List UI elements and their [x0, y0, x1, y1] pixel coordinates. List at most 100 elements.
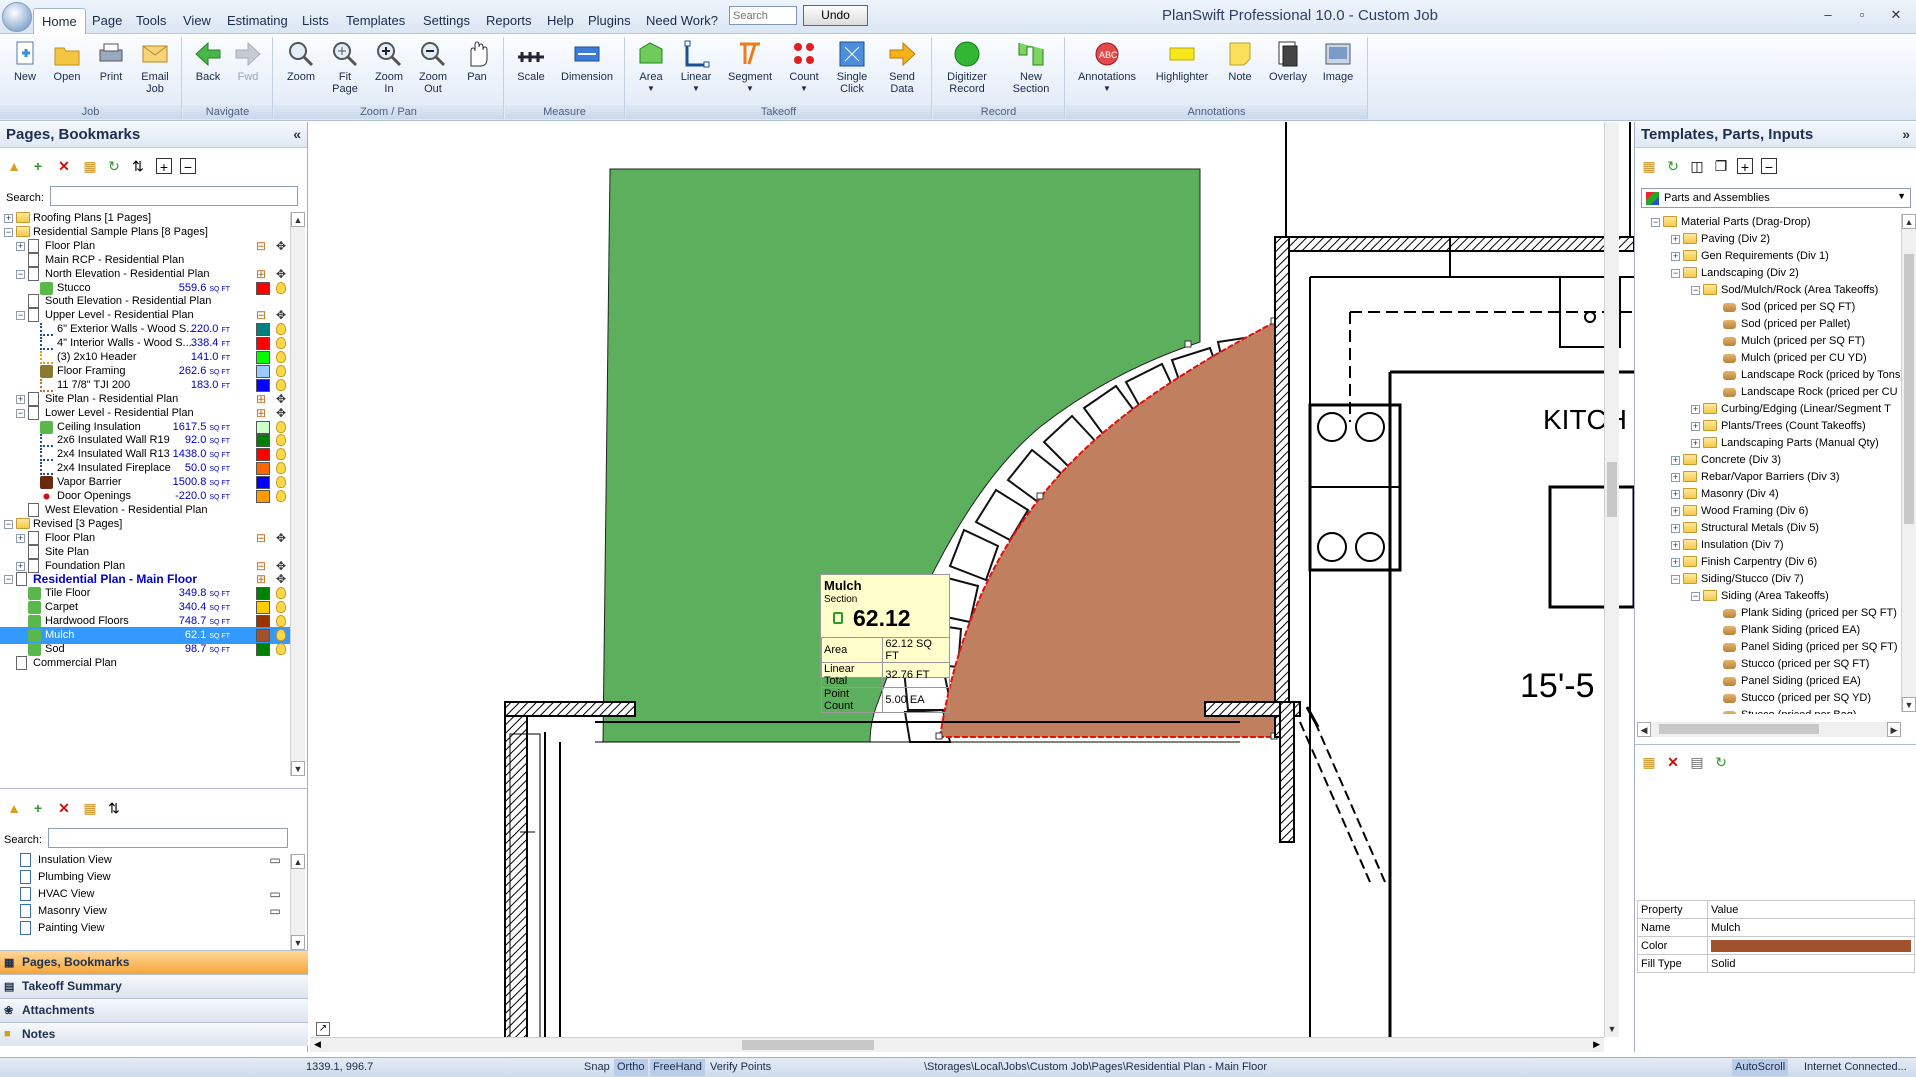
menu-templates[interactable]: Templates [346, 13, 405, 28]
nav-pages-bookmarks[interactable]: ▦ Pages, Bookmarks [0, 950, 308, 974]
annotations-button[interactable]: ABC Annotations ▼ [1074, 39, 1140, 95]
property-row-color[interactable]: Color [1637, 936, 1915, 955]
autoscroll-toggle[interactable]: AutoScroll [1732, 1059, 1789, 1076]
open-button[interactable]: Open [50, 39, 84, 83]
part-folder-row[interactable]: + Landscaping Parts (Manual Qty) [1637, 435, 1901, 452]
send-data-button[interactable]: Send Data [882, 39, 922, 95]
email-job-button[interactable]: Email Job [136, 39, 174, 95]
zoom-in-button[interactable]: Zoom In [372, 39, 406, 95]
lightbulb-icon[interactable] [276, 434, 286, 447]
lightbulb-icon[interactable] [276, 629, 286, 641]
lightbulb-icon[interactable] [276, 476, 286, 489]
views-sort-icon[interactable]: ⇅ [106, 800, 122, 816]
parts-vscroll-thumb[interactable] [1904, 254, 1914, 524]
corner-arrow-icon[interactable]: ↗ [316, 1022, 330, 1036]
count-dropdown-icon[interactable]: ▼ [784, 83, 824, 95]
linear-button[interactable]: Linear ▼ [678, 39, 714, 95]
single-click-button[interactable]: Single Click [830, 39, 874, 95]
collapse-node-icon[interactable]: − [16, 408, 25, 418]
freehand-toggle[interactable]: FreeHand [650, 1059, 705, 1076]
menu-page[interactable]: Page [92, 13, 122, 28]
inputs-refresh-icon[interactable]: ↻ [1713, 754, 1729, 770]
part-item-row[interactable]: Plank Siding (priced per SQ FT) [1637, 605, 1901, 622]
tree-page-row[interactable]: Commercial Plan [0, 655, 290, 672]
lightbulb-icon[interactable] [276, 462, 286, 475]
part-folder-row[interactable]: + Insulation (Div 7) [1637, 537, 1901, 554]
collapse-node-icon[interactable]: − [1671, 575, 1680, 584]
expand-node-icon[interactable]: + [1671, 541, 1680, 550]
part-folder-row[interactable]: + Masonry (Div 4) [1637, 486, 1901, 503]
fit-page-button[interactable]: Fit Page [328, 39, 362, 95]
view-options-icon[interactable]: ▭ [268, 904, 282, 918]
part-item-row[interactable]: Mulch (priced per CU YD) [1637, 350, 1901, 367]
part-item-row[interactable]: Plank Siding (priced EA) [1637, 622, 1901, 639]
part-folder-row[interactable]: − Material Parts (Drag-Drop) [1637, 214, 1901, 231]
expand-node-icon[interactable]: + [1671, 473, 1680, 482]
count-button[interactable]: Count ▼ [784, 39, 824, 95]
move-icon[interactable]: ✥ [274, 392, 288, 406]
templates-copy-icon[interactable]: ❐ [1713, 158, 1729, 174]
expand-node-icon[interactable]: + [16, 394, 25, 404]
expand-node-icon[interactable]: + [1671, 252, 1680, 261]
lightbulb-icon[interactable] [276, 642, 286, 655]
parts-scroll-left-icon[interactable]: ◀ [1637, 722, 1651, 737]
part-item-row[interactable]: Mulch (priced per SQ FT) [1637, 333, 1901, 350]
drawing-canvas[interactable]: KITCH 15'-5 '' Mulch Section 62.12 Area 6… [310, 122, 1634, 1052]
note-button[interactable]: Note [1222, 39, 1258, 83]
print-button[interactable]: Print [94, 39, 128, 83]
lightbulb-icon[interactable] [276, 587, 286, 600]
part-item-row[interactable]: Panel Siding (priced EA) [1637, 673, 1901, 690]
menu-settings[interactable]: Settings [423, 13, 470, 28]
property-row-name[interactable]: Name Mulch [1637, 918, 1915, 937]
templates-expand-icon[interactable]: + [1737, 158, 1753, 175]
part-folder-row[interactable]: − Landscaping (Div 2) [1637, 265, 1901, 282]
canvas-hscroll-thumb[interactable] [742, 1040, 874, 1050]
lightbulb-icon[interactable] [276, 364, 286, 377]
templates-folder-icon[interactable]: ▦ [1641, 158, 1657, 174]
new-section-button[interactable]: New Section [1001, 39, 1061, 95]
parts-scroll-right-icon[interactable]: ▶ [1887, 722, 1901, 737]
move-icon[interactable]: ✥ [274, 559, 288, 573]
expand-node-icon[interactable]: + [1671, 558, 1680, 567]
properties-icon[interactable]: ▲ [6, 158, 22, 174]
views-scroll-down-icon[interactable]: ▼ [291, 935, 305, 950]
lightbulb-icon[interactable] [276, 351, 286, 363]
inputs-folder-icon[interactable]: ▦ [1641, 754, 1657, 770]
collapse-node-icon[interactable]: − [1691, 286, 1700, 295]
menu-estimating[interactable]: Estimating [227, 13, 288, 28]
collapse-node-icon[interactable]: − [1651, 218, 1660, 227]
color-swatch[interactable] [1711, 939, 1911, 952]
ortho-toggle[interactable]: Ortho [614, 1059, 648, 1076]
view-list-item[interactable]: Plumbing View [0, 869, 290, 886]
expand-node-icon[interactable]: + [4, 214, 13, 223]
menu-lists[interactable]: Lists [302, 13, 329, 28]
templates-columns-icon[interactable]: ◫ [1689, 158, 1705, 174]
view-options-icon[interactable]: ▭ [268, 853, 282, 867]
collapse-right-icon[interactable]: » [1902, 126, 1910, 142]
page-status-icon[interactable]: ⊞ [254, 267, 268, 281]
collapse-node-icon[interactable]: − [4, 519, 13, 529]
move-icon[interactable]: ✥ [274, 406, 288, 420]
part-item-row[interactable]: Stucco (priced per SQ FT) [1637, 656, 1901, 673]
part-folder-row[interactable]: − Siding (Area Takeoffs) [1637, 588, 1901, 605]
views-scrollbar[interactable]: ▲ ▼ [290, 854, 305, 950]
part-item-row[interactable]: Sod (priced per SQ FT) [1637, 299, 1901, 316]
part-item-row[interactable]: Stucco (priced per Bag) [1637, 707, 1901, 714]
page-status-icon[interactable]: ⊟ [254, 559, 268, 573]
annotations-dropdown-icon[interactable]: ▼ [1074, 83, 1140, 95]
canvas-vscroll-thumb[interactable] [1607, 462, 1617, 517]
move-icon[interactable]: ✥ [274, 531, 288, 545]
page-status-icon[interactable]: ⊟ [254, 239, 268, 253]
collapse-node-icon[interactable]: − [1691, 592, 1700, 601]
parts-scroll-up-icon[interactable]: ▲ [1902, 214, 1916, 229]
scale-button[interactable]: Scale [513, 39, 549, 83]
view-list-item[interactable]: Masonry View ▭ [0, 903, 290, 920]
app-orb-icon[interactable] [2, 2, 32, 32]
menu-need-work[interactable]: Need Work? [646, 13, 718, 28]
parts-hscroll[interactable]: ◀ ▶ [1637, 722, 1901, 737]
page-status-icon[interactable]: ⊟ [254, 308, 268, 322]
part-item-row[interactable]: Sod (priced per Pallet) [1637, 316, 1901, 333]
part-folder-row[interactable]: + Paving (Div 2) [1637, 231, 1901, 248]
lightbulb-icon[interactable] [276, 281, 286, 294]
move-icon[interactable]: ✥ [274, 572, 288, 586]
